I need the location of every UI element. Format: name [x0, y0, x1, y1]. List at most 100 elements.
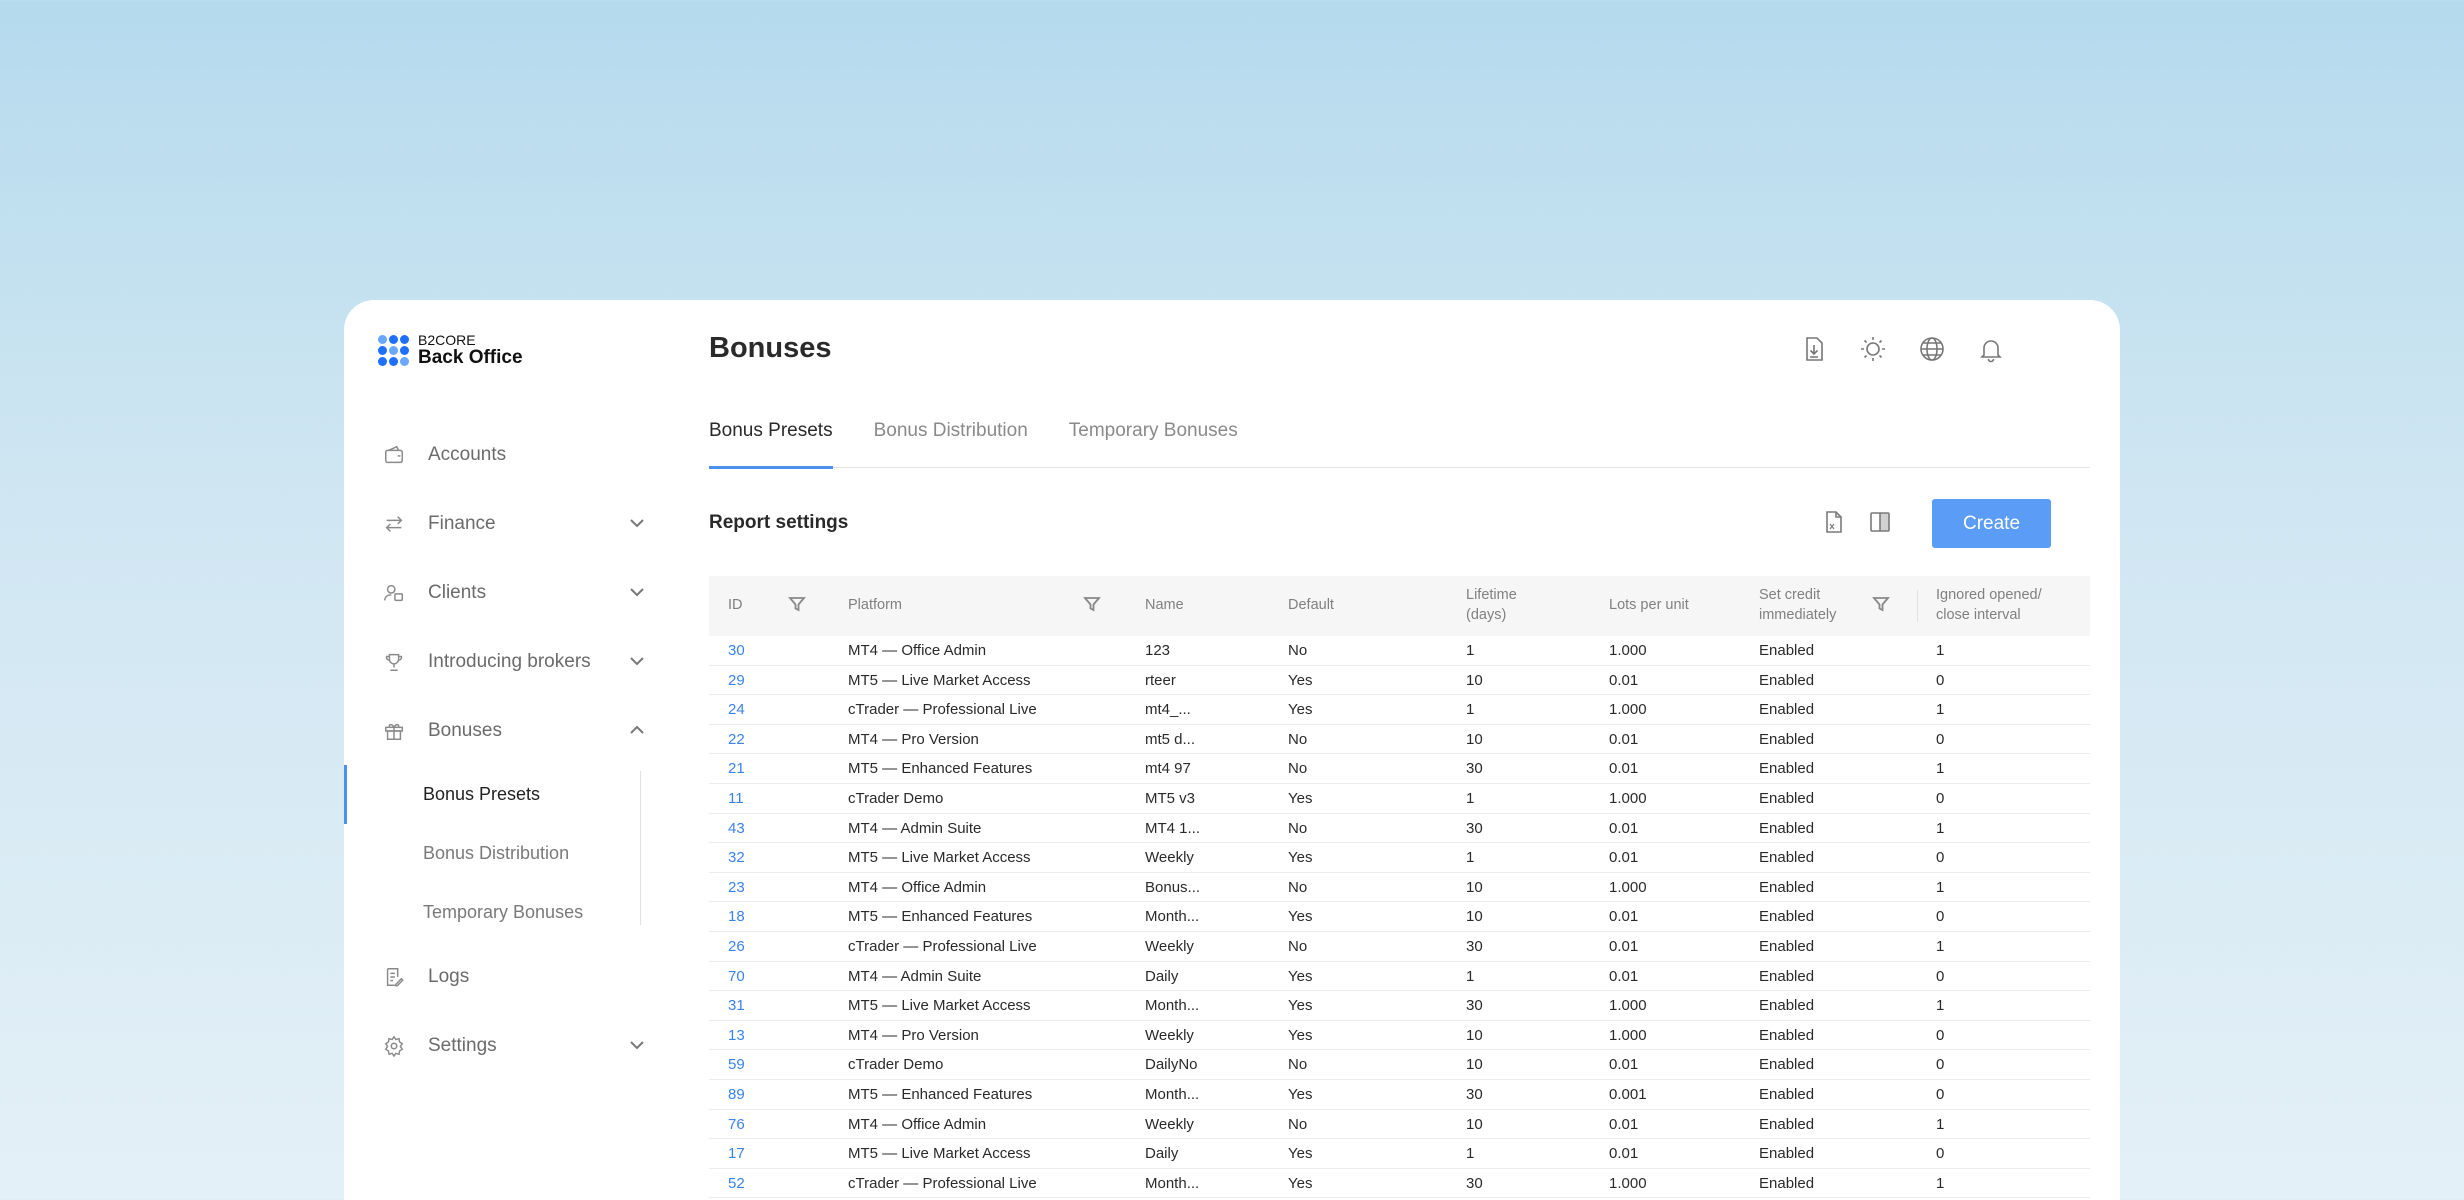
filter-icon[interactable] — [788, 595, 808, 615]
table-row[interactable]: 70 MT4 — Admin Suite Daily Yes 1 0.01 Enabled 0 — [709, 962, 2090, 992]
sidebar-item-bonuses[interactable]: Bonuses — [344, 696, 684, 765]
cell-name: Month... — [1145, 1174, 1200, 1192]
cell-id[interactable]: 31 — [728, 991, 745, 1020]
table-row[interactable]: 52 cTrader — Professional Live Month... Yes… — [709, 1169, 2090, 1199]
sidebar-item-clients[interactable]: Clients — [344, 558, 684, 627]
table-row[interactable]: 23 MT4 — Office Admin Bonus... No 10 1.000 Ena… — [709, 873, 2090, 903]
sidebar-item-introducing-brokers[interactable]: Introducing brokers — [344, 627, 684, 696]
table-row[interactable]: 22 MT4 — Pro Version mt5 d... No 10 0.01 Enabl… — [709, 725, 2090, 755]
column-header-platform[interactable]: Platform — [848, 576, 902, 636]
cell-default: No — [1288, 730, 1308, 748]
logo[interactable]: B2CORE Back Office — [378, 333, 523, 367]
cell-id[interactable]: 76 — [728, 1110, 745, 1139]
column-header-ignored-interval[interactable]: Ignored opened/ close interval — [1936, 576, 2071, 636]
cell-name: Bonus... — [1145, 878, 1201, 896]
table-row[interactable]: 30 MT4 — Office Admin 123 No 1 1.000 Enabled 1 — [709, 636, 2090, 666]
table-row[interactable]: 32 MT5 — Live Market Access Weekly Yes 1 0.01… — [709, 843, 2090, 873]
cell-default: Yes — [1288, 1085, 1313, 1103]
sidebar-item-settings[interactable]: Settings — [344, 1011, 684, 1080]
column-header-set-credit[interactable]: Set credit immediately — [1759, 576, 1854, 636]
cell-id[interactable]: 29 — [728, 666, 745, 695]
xls-export-icon[interactable] — [1820, 508, 1848, 536]
table-row[interactable]: 13 MT4 — Pro Version Weekly Yes 10 1.000 Enabl… — [709, 1021, 2090, 1051]
column-header-name[interactable]: Name — [1145, 576, 1184, 636]
cell-ignored-interval: 1 — [1936, 642, 1945, 659]
sun-icon[interactable] — [1858, 334, 1888, 364]
column-header-default[interactable]: Default — [1288, 576, 1334, 636]
cell-name: Weekly — [1145, 1115, 1194, 1133]
sidebar-item-accounts[interactable]: Accounts — [344, 420, 684, 489]
column-header-lots-per-unit[interactable]: Lots per unit — [1609, 576, 1689, 636]
chevron-down-icon[interactable] — [627, 582, 647, 602]
table-body: 30 MT4 — Office Admin 123 No 1 1.000 Enabled 1 2… — [709, 636, 2090, 1199]
tab-bonus-presets[interactable]: Bonus Presets — [709, 420, 833, 469]
globe-icon[interactable] — [1917, 334, 1947, 364]
cell-platform: MT4 — Office Admin — [848, 878, 987, 896]
sidebar-subitem-bonus-presets[interactable]: Bonus Presets — [344, 765, 684, 824]
sidebar-subitem-temporary-bonuses[interactable]: Temporary Bonuses — [344, 883, 684, 942]
cell-id[interactable]: 30 — [728, 636, 745, 665]
cell-id[interactable]: 52 — [728, 1169, 745, 1198]
cell-lifetime: 1 — [1466, 967, 1475, 985]
cell-platform: MT4 — Office Admin — [848, 1115, 987, 1133]
table-row[interactable]: 24 cTrader — Professional Live mt4_... Yes 1… — [709, 695, 2090, 725]
cell-id[interactable]: 70 — [728, 962, 745, 991]
chevron-down-icon[interactable] — [627, 651, 647, 671]
cell-id[interactable]: 21 — [728, 754, 745, 783]
cell-id[interactable]: 43 — [728, 814, 745, 843]
download-doc-icon[interactable] — [1799, 334, 1829, 364]
create-button[interactable]: Create — [1932, 499, 2051, 548]
table-row[interactable]: 26 cTrader — Professional Live Weekly No 30 0… — [709, 932, 2090, 962]
cell-name: 123 — [1145, 642, 1171, 659]
cell-id[interactable]: 13 — [728, 1021, 745, 1050]
sidebar-item-label: Settings — [428, 1034, 497, 1056]
cell-id[interactable]: 18 — [728, 902, 745, 931]
cell-id[interactable]: 22 — [728, 725, 745, 754]
cell-id[interactable]: 23 — [728, 873, 745, 902]
tab-bonus-distribution[interactable]: Bonus Distribution — [874, 420, 1028, 468]
sidebar-item-logs[interactable]: Logs — [344, 942, 684, 1011]
cell-id[interactable]: 32 — [728, 843, 745, 872]
cell-ignored-interval: 1 — [1936, 701, 1945, 719]
cell-lots-per-unit: 0.01 — [1609, 849, 1639, 867]
cell-id[interactable]: 59 — [728, 1050, 745, 1079]
chevron-down-icon[interactable] — [627, 513, 647, 533]
cell-name: Daily — [1145, 1145, 1179, 1163]
table-row[interactable]: 76 MT4 — Office Admin Weekly No 10 0.01 Enable… — [709, 1110, 2090, 1140]
table-row[interactable]: 21 MT5 — Enhanced Features mt4 97 No 30 0.01 E… — [709, 754, 2090, 784]
chevron-down-icon[interactable] — [627, 1035, 647, 1055]
table-row[interactable]: 17 MT5 — Live Market Access Daily Yes 1 0.01 E… — [709, 1139, 2090, 1169]
table-row[interactable]: 43 MT4 — Admin Suite MT4 1... No 30 0.01 Enabl… — [709, 814, 2090, 844]
cell-lifetime: 10 — [1466, 908, 1483, 926]
wallet-icon — [382, 443, 406, 467]
filter-icon[interactable] — [1083, 595, 1103, 615]
table-row[interactable]: 89 MT5 — Enhanced Features Month... Yes 30 0.… — [709, 1080, 2090, 1110]
column-header-id[interactable]: ID — [728, 576, 743, 636]
chevron-up-icon[interactable] — [627, 720, 647, 740]
column-header-lifetime[interactable]: Lifetime (days) — [1466, 576, 1536, 636]
table-row[interactable]: 18 MT5 — Enhanced Features Month... Yes 10 0.… — [709, 902, 2090, 932]
bell-icon[interactable] — [1976, 334, 2006, 364]
cell-default: Yes — [1288, 701, 1313, 719]
sidebar-item-label: Bonuses — [428, 719, 502, 741]
cell-set-credit: Enabled — [1759, 878, 1815, 896]
table-row[interactable]: 11 cTrader Demo MT5 v3 Yes 1 1.000 Enabled 0 — [709, 784, 2090, 814]
cell-ignored-interval: 0 — [1936, 967, 1945, 985]
tab-temporary-bonuses[interactable]: Temporary Bonuses — [1069, 420, 1238, 468]
cell-id[interactable]: 11 — [728, 784, 744, 813]
filter-icon[interactable] — [1872, 595, 1892, 615]
cell-id[interactable]: 17 — [728, 1139, 745, 1168]
cell-id[interactable]: 89 — [728, 1080, 745, 1109]
table-row[interactable]: 59 cTrader Demo DailyNo No 10 0.01 Enabled 0 — [709, 1050, 2090, 1080]
sidebar-item-finance[interactable]: Finance — [344, 489, 684, 558]
sidebar-subitem-bonus-distribution[interactable]: Bonus Distribution — [344, 824, 684, 883]
cell-id[interactable]: 24 — [728, 695, 745, 724]
gift-icon — [382, 719, 406, 743]
table-row[interactable]: 31 MT5 — Live Market Access Month... Yes 30 1… — [709, 991, 2090, 1021]
cell-lifetime: 10 — [1466, 878, 1483, 896]
cell-ignored-interval: 0 — [1936, 789, 1945, 807]
cell-id[interactable]: 26 — [728, 932, 745, 961]
columns-icon[interactable] — [1866, 508, 1894, 536]
cell-lifetime: 30 — [1466, 1085, 1483, 1103]
table-row[interactable]: 29 MT5 — Live Market Access rteer Yes 10 0.01… — [709, 666, 2090, 696]
